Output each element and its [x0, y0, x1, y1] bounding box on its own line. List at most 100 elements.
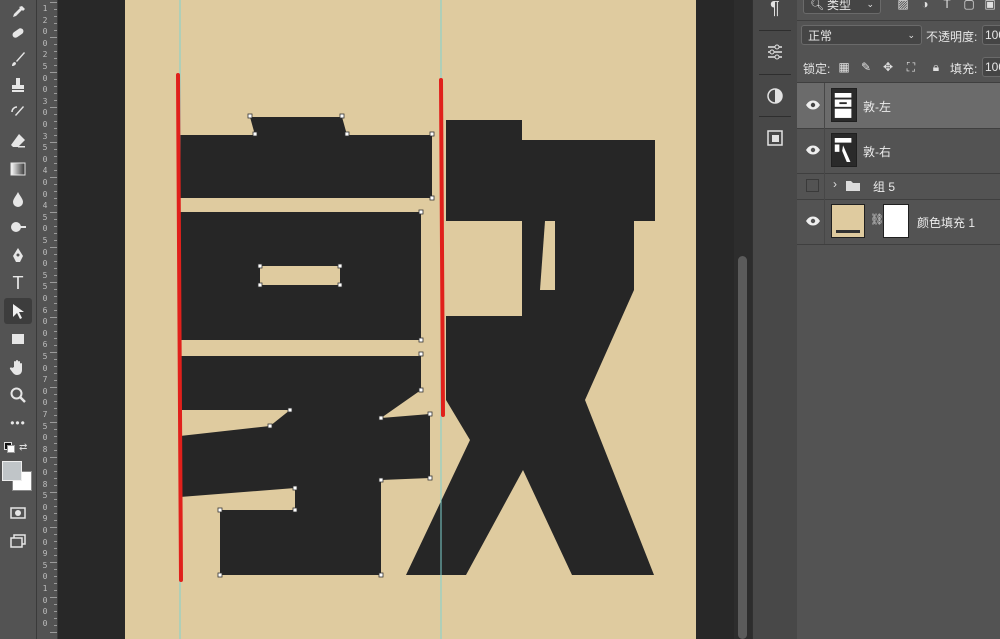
layer-row[interactable]: ⛓︎ 颜色填充 1 — [797, 199, 1000, 245]
lock-all-icon[interactable]: 🔒︎ — [929, 60, 943, 74]
layer-row[interactable]: 敦-左 — [797, 83, 1000, 129]
ruler-tick — [54, 541, 57, 542]
ruler-tick — [54, 163, 57, 164]
ruler-tick — [50, 282, 57, 283]
zoom-icon[interactable] — [4, 382, 32, 408]
visibility-eye-icon[interactable] — [805, 144, 821, 156]
adjustments-icon[interactable] — [761, 38, 789, 66]
ruler-tick — [50, 317, 57, 318]
ruler-label: 0 — [42, 328, 48, 338]
more-tools-icon[interactable]: ••• — [4, 410, 32, 436]
ruler-tick — [54, 135, 57, 136]
ruler-tick — [54, 303, 57, 304]
blur-icon[interactable] — [4, 186, 32, 212]
glyph-left-shape[interactable] — [180, 117, 432, 575]
ruler-tick — [54, 9, 57, 10]
opacity-input[interactable]: 100 — [982, 25, 1000, 45]
ruler-label: 0 — [42, 537, 48, 547]
lock-transparent-icon[interactable]: ▦ — [837, 60, 851, 74]
layer-thumbnail — [831, 133, 857, 167]
contrast-icon[interactable] — [761, 82, 789, 110]
ruler-label: 5 — [42, 270, 48, 280]
ruler-tick — [50, 562, 57, 563]
ruler-label: 0 — [42, 85, 48, 95]
lock-artboard-icon[interactable]: ⛶ — [904, 60, 918, 74]
ruler-tick — [54, 191, 57, 192]
swap-colors-icon[interactable]: ⇄ — [19, 442, 27, 453]
pen-icon[interactable] — [4, 242, 32, 268]
search-icon: 🔍︎ — [810, 0, 824, 11]
filter-adjustment-icon[interactable]: ◑ — [918, 0, 932, 11]
foreground-color-swatch[interactable] — [2, 461, 22, 481]
history-brush-icon[interactable] — [4, 100, 32, 126]
layer-row[interactable]: › 组 5 — [797, 173, 1000, 200]
ruler-label: 0 — [42, 595, 48, 605]
ruler-tick — [54, 121, 57, 122]
screen-mode-icon[interactable] — [4, 528, 32, 554]
ruler-label: 0 — [42, 120, 48, 129]
ruler-tick — [50, 597, 57, 598]
ruler-tick — [54, 79, 57, 80]
type-icon[interactable]: T — [4, 270, 32, 296]
quick-mask-icon[interactable] — [4, 500, 32, 526]
scrollbar-thumb[interactable] — [738, 256, 747, 639]
gradient-icon[interactable] — [4, 156, 32, 182]
ruler-tick — [54, 478, 57, 479]
ruler-label: 8 — [42, 479, 48, 489]
lock-position-icon[interactable]: ✥ — [881, 60, 895, 74]
filter-type-icon[interactable]: T — [940, 0, 954, 11]
spot-healing-icon[interactable] — [4, 20, 32, 46]
hand-icon[interactable] — [4, 354, 32, 380]
paragraph-icon[interactable]: ¶ — [761, 0, 789, 22]
dodge-icon[interactable] — [4, 214, 32, 240]
layer-row[interactable]: 敦-右 — [797, 128, 1000, 174]
rectangle-icon[interactable] — [4, 326, 32, 352]
chevron-down-icon: ⌄ — [907, 29, 915, 40]
visibility-eye-icon[interactable] — [805, 215, 821, 227]
ruler-label: 0 — [42, 247, 48, 257]
blend-mode-select[interactable]: 正常 ⌄ — [801, 25, 922, 45]
layer-mask-thumbnail[interactable] — [883, 204, 909, 238]
eraser-icon[interactable] — [4, 128, 32, 154]
clone-stamp-icon[interactable] — [4, 72, 32, 98]
filter-pixel-icon[interactable]: ▨ — [896, 0, 910, 11]
ruler-tick — [54, 338, 57, 339]
ruler-label: 0 — [42, 224, 48, 234]
document-canvas[interactable] — [125, 0, 696, 639]
ruler-tick — [50, 527, 57, 528]
ruler-label: 0 — [42, 502, 48, 512]
brush-icon[interactable] — [4, 46, 32, 72]
ruler-tick — [50, 247, 57, 248]
vertical-scrollbar[interactable] — [734, 0, 752, 639]
chevron-right-icon[interactable]: › — [833, 177, 837, 191]
layer-name[interactable]: 组 5 — [873, 178, 895, 195]
layer-filter-select[interactable]: 🔍︎ 类型 ⌄ — [803, 0, 881, 14]
fill-input[interactable]: 100 — [982, 57, 1000, 77]
ruler-tick — [54, 310, 57, 311]
ruler-label: 6 — [42, 340, 48, 350]
ruler-tick — [50, 37, 57, 38]
ruler-tick — [54, 51, 57, 52]
default-colors-icon[interactable] — [4, 442, 15, 453]
filter-shape-icon[interactable]: ▢ — [962, 0, 976, 11]
layer-name[interactable]: 敦-左 — [863, 98, 891, 115]
ruler-label: 5 — [42, 282, 48, 292]
layer-name[interactable]: 敦-右 — [863, 143, 891, 160]
ruler-tick — [54, 233, 57, 234]
lock-image-icon[interactable]: ✎ — [859, 60, 873, 74]
ruler-tick — [54, 65, 57, 66]
ruler-label: 0 — [42, 189, 48, 199]
visibility-toggle-off[interactable] — [806, 179, 819, 192]
clone-source-icon[interactable] — [761, 124, 789, 152]
ruler-tick — [54, 583, 57, 584]
link-chain-icon[interactable]: ⛓︎ — [870, 213, 884, 226]
filter-smart-object-icon[interactable]: ▣ — [983, 0, 997, 11]
ruler-tick — [54, 184, 57, 185]
ruler-tick — [54, 506, 57, 507]
direct-selection-icon[interactable] — [4, 298, 32, 324]
ruler-tick — [54, 296, 57, 297]
ruler-tick — [50, 142, 57, 143]
opacity-label: 不透明度: — [926, 30, 978, 44]
layer-name[interactable]: 颜色填充 1 — [917, 214, 975, 231]
visibility-eye-icon[interactable] — [805, 99, 821, 111]
